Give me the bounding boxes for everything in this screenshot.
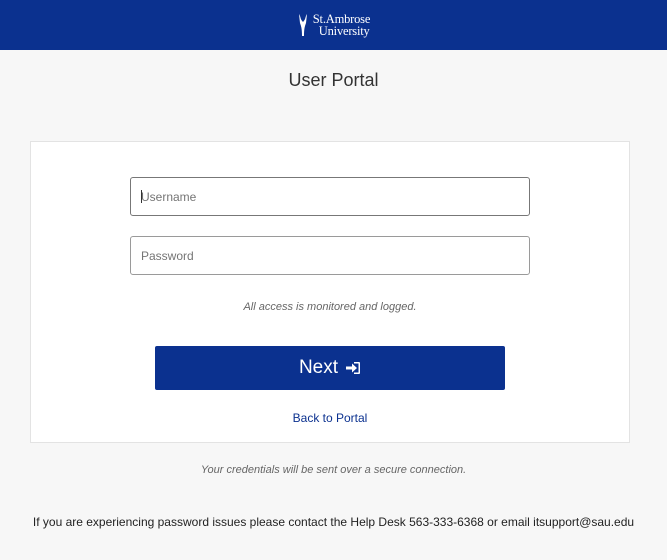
- monitoring-notice: All access is monitored and logged.: [243, 301, 417, 313]
- logo-wordmark: St.Ambrose University: [313, 13, 371, 38]
- page-title: User Portal: [288, 70, 379, 90]
- logo-line2: University: [318, 24, 370, 38]
- back-to-portal-link[interactable]: Back to Portal: [31, 411, 629, 425]
- sign-in-icon: [346, 362, 361, 374]
- username-input[interactable]: [130, 177, 530, 216]
- secure-connection-note: Your credentials will be sent over a sec…: [200, 464, 467, 476]
- password-input[interactable]: [130, 236, 530, 275]
- university-logo[interactable]: St.Ambrose University: [297, 13, 370, 37]
- help-desk-text: If you are experiencing password issues …: [32, 515, 635, 529]
- top-header-bar: St.Ambrose University: [0, 0, 667, 50]
- torch-icon: [298, 14, 307, 36]
- next-button[interactable]: Next: [155, 346, 505, 390]
- login-card: All access is monitored and logged. Next…: [30, 141, 630, 443]
- text-cursor: [141, 190, 142, 203]
- next-button-label: Next: [298, 357, 339, 378]
